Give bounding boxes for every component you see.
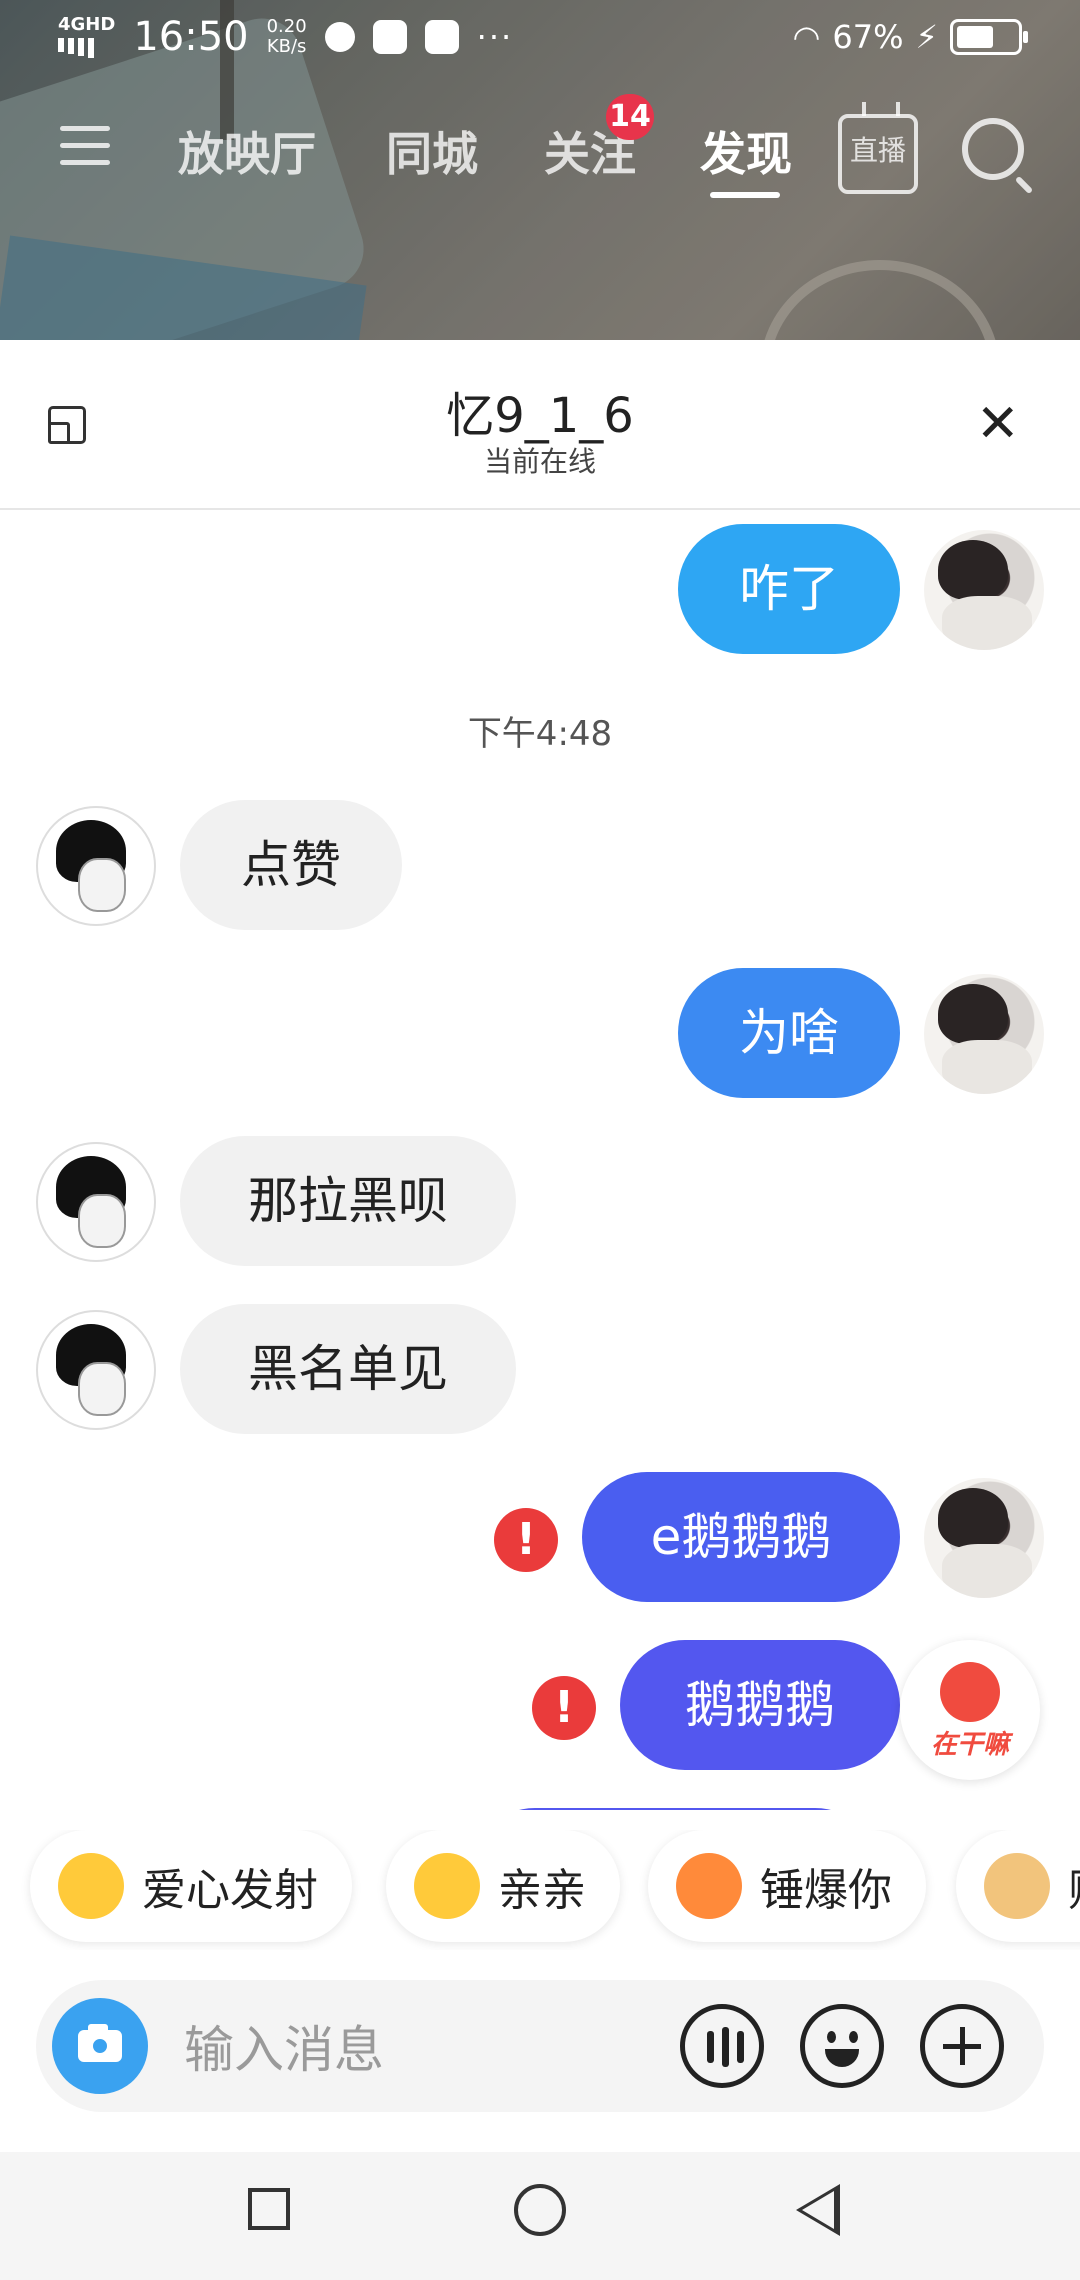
tab-discover[interactable]: 发现 xyxy=(700,118,792,184)
charging-icon: ⚡ xyxy=(915,18,938,56)
sticker-label: 在干嘛 xyxy=(930,1730,1009,1760)
quick-reply-bar[interactable]: 爱心发射 亲亲 锤爆你 贴 xyxy=(0,1830,1080,1950)
voice-icon[interactable] xyxy=(680,2004,764,2088)
sticker-logo-icon xyxy=(940,1662,1000,1722)
message-input[interactable]: 输入消息 xyxy=(184,2010,384,2082)
avatar[interactable] xyxy=(36,806,156,926)
quick-reply-label: 爱心发射 xyxy=(142,1865,318,1916)
message-row: 点赞 xyxy=(0,800,1080,932)
location-icon xyxy=(324,22,355,52)
app-notification-icon xyxy=(372,20,407,54)
message-bubble-sent[interactable]: 咋了 xyxy=(678,524,900,654)
quick-reply-label: 亲亲 xyxy=(498,1865,586,1916)
battery-percent: 67% xyxy=(832,18,904,56)
message-bubble-sent[interactable] xyxy=(470,1808,880,1810)
message-row: ! e鹅鹅鹅 xyxy=(0,1472,1080,1604)
active-tab-indicator xyxy=(710,192,780,198)
battery-icon xyxy=(950,19,1028,55)
message-bubble-sent[interactable]: 为啥 xyxy=(678,968,900,1098)
message-bubble-received[interactable]: 那拉黑呗 xyxy=(180,1136,516,1266)
plus-icon[interactable] xyxy=(920,2004,1004,2088)
back-button[interactable] xyxy=(796,2184,840,2236)
message-row: 为啥 xyxy=(0,968,1080,1100)
message-row: 那拉黑呗 xyxy=(0,1136,1080,1268)
play-notification-icon xyxy=(424,20,459,54)
live-tv-icon[interactable]: 直播 xyxy=(838,114,918,194)
message-row: 咋了 xyxy=(0,524,1080,656)
speed-value: 0.20 xyxy=(266,16,307,37)
blushing-emoji-icon xyxy=(414,1853,480,1919)
dogs-emoji-icon xyxy=(984,1853,1050,1919)
status-bar: 4GHD 16:50 0.20 KB/s ··· ◠ 67% ⚡ xyxy=(0,0,1080,80)
hammer-emoji-icon xyxy=(676,1853,742,1919)
avatar[interactable] xyxy=(36,1142,156,1262)
send-failed-icon[interactable]: ! xyxy=(494,1508,558,1572)
network-indicator: 4GHD xyxy=(58,16,115,58)
chat-header: 忆9_1_6 当前在线 ✕ xyxy=(0,340,1080,510)
network-type: 4GHD xyxy=(58,14,116,35)
quick-reply-chip[interactable]: 贴 xyxy=(956,1830,1080,1942)
message-input-bar: 输入消息 xyxy=(36,1980,1044,2112)
message-bubble-received[interactable]: 黑名单见 xyxy=(180,1304,516,1434)
emoji-icon[interactable] xyxy=(800,2004,884,2088)
message-timestamp: 下午4:48 xyxy=(467,714,613,754)
network-speed: 0.20 KB/s xyxy=(267,17,307,57)
system-navigation-bar xyxy=(0,2152,1080,2280)
what-are-you-doing-sticker[interactable]: 在干嘛 xyxy=(900,1640,1040,1780)
close-icon[interactable]: ✕ xyxy=(976,398,1020,450)
recent-apps-button[interactable] xyxy=(248,2188,290,2230)
chat-panel: 忆9_1_6 当前在线 ✕ 咋了 下午4:48 点赞 为啥 那拉黑呗 黑名单见 xyxy=(0,340,1080,2280)
avatar[interactable] xyxy=(924,1478,1044,1598)
live-label: 直播 xyxy=(849,134,906,167)
quick-reply-chip[interactable]: 亲亲 xyxy=(386,1830,620,1942)
speed-unit: KB/s xyxy=(266,36,307,57)
quick-reply-chip[interactable]: 锤爆你 xyxy=(648,1830,926,1942)
tab-screening-hall[interactable]: 放映厅 xyxy=(178,118,316,184)
top-navigation: 放映厅 同城 关注 14 发现 直播 xyxy=(0,94,1080,200)
quick-reply-chip[interactable]: 爱心发射 xyxy=(30,1830,352,1942)
message-row: 黑名单见 xyxy=(0,1304,1080,1436)
message-row-partial xyxy=(0,1808,1080,1810)
camera-icon[interactable] xyxy=(52,1998,148,2094)
avatar[interactable] xyxy=(36,1310,156,1430)
message-bubble-received[interactable]: 点赞 xyxy=(180,800,402,930)
follow-badge: 14 xyxy=(606,94,654,140)
message-list[interactable]: 咋了 下午4:48 点赞 为啥 那拉黑呗 黑名单见 ! e鹅鹅鹅 ! 鹅鹅鹅 xyxy=(0,510,1080,1810)
tab-same-city[interactable]: 同城 xyxy=(386,118,478,184)
heart-eyes-emoji-icon xyxy=(58,1853,124,1919)
home-button[interactable] xyxy=(514,2184,566,2236)
more-notifications-icon: ··· xyxy=(476,18,514,56)
avatar[interactable] xyxy=(924,530,1044,650)
quick-reply-label: 贴 xyxy=(1068,1854,1080,1918)
menu-icon[interactable] xyxy=(60,126,110,177)
avatar[interactable] xyxy=(924,974,1044,1094)
quick-reply-label: 锤爆你 xyxy=(760,1865,892,1916)
message-bubble-sent[interactable]: e鹅鹅鹅 xyxy=(582,1472,900,1602)
clock: 16:50 xyxy=(133,14,249,60)
search-icon[interactable] xyxy=(962,118,1024,180)
chat-contact-name: 忆9_1_6 xyxy=(446,388,634,444)
wifi-icon: ◠ xyxy=(792,18,821,56)
send-failed-icon[interactable]: ! xyxy=(532,1676,596,1740)
online-status: 当前在线 xyxy=(483,445,596,478)
message-bubble-sent[interactable]: 鹅鹅鹅 xyxy=(620,1640,900,1770)
